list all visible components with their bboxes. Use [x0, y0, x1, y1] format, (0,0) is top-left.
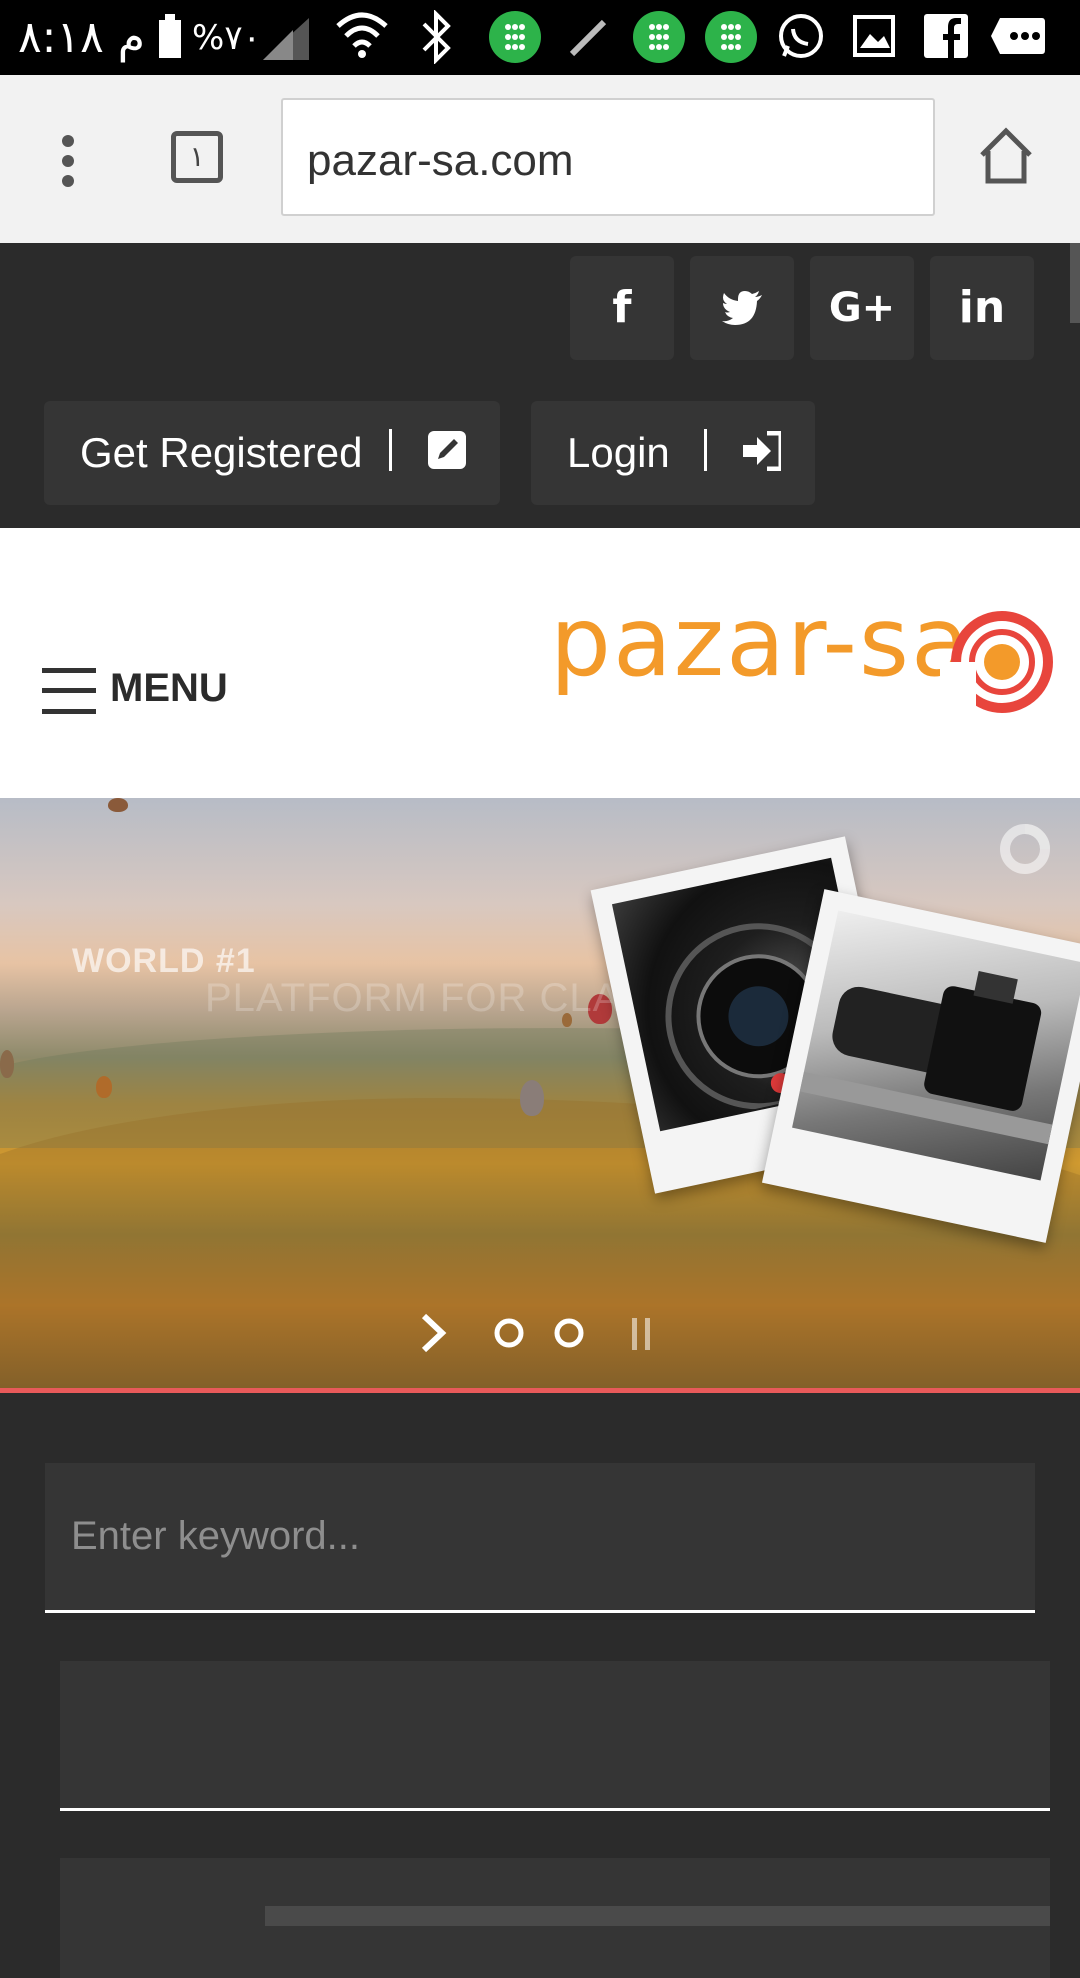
facebook-button[interactable]: f: [570, 256, 674, 360]
keyword-input[interactable]: [45, 1463, 1035, 1610]
google-plus-button[interactable]: G+: [810, 256, 914, 360]
category-select[interactable]: [60, 1661, 1050, 1811]
status-bar: م ٨:١٨ %٧٠: [0, 0, 1080, 75]
wifi-icon: [336, 12, 388, 58]
slider-controls: [0, 1310, 1080, 1360]
next-slide-icon[interactable]: [418, 1312, 448, 1354]
login-label: Login: [567, 429, 670, 476]
separator: [704, 429, 707, 471]
page-scrollbar[interactable]: [1070, 243, 1080, 323]
signal-icon: [263, 18, 309, 60]
register-label: Get Registered: [80, 429, 363, 476]
url-text: pazar-sa.com: [307, 136, 574, 185]
hamburger-menu-icon[interactable]: [42, 668, 96, 714]
login-button[interactable]: Login: [531, 401, 815, 505]
linkedin-button[interactable]: in: [930, 256, 1034, 360]
hero-slider[interactable]: WORLD #1 PLATFORM FOR CLASSIFIED: [0, 798, 1080, 1388]
balloon: [108, 798, 128, 812]
menu-label[interactable]: MENU: [110, 666, 228, 711]
overflow-menu-icon[interactable]: [58, 133, 78, 189]
facebook-icon: f: [612, 282, 632, 333]
site-logo[interactable]: pazar-sa: [550, 586, 972, 698]
pin-icon: [569, 19, 607, 57]
more-icon: [991, 18, 1045, 54]
slide-dot-1[interactable]: [492, 1316, 526, 1350]
battery-percent: %٧٠: [192, 18, 261, 58]
linkedin-icon: in: [958, 282, 1006, 333]
tab-count: ١: [189, 140, 205, 173]
slider-timer-icon: [1000, 824, 1050, 874]
status-time: م ٨:١٨: [18, 12, 145, 63]
edit-icon: [428, 431, 466, 469]
app-notification-icon: [633, 11, 685, 63]
get-registered-button[interactable]: Get Registered: [44, 401, 500, 505]
balloon: [520, 1080, 544, 1116]
app-notification-icon: [705, 11, 757, 63]
whatsapp-icon: [779, 14, 823, 58]
search-section: [0, 1393, 1080, 1978]
google-plus-icon: G+: [828, 285, 896, 331]
browser-toolbar: ١ pazar-sa.com: [0, 75, 1080, 244]
facebook-icon: [924, 14, 968, 58]
balloon: [96, 1076, 112, 1098]
slide-dot-2[interactable]: [552, 1316, 586, 1350]
twitter-icon: [722, 291, 762, 325]
top-bar: f G+ in Get Registered Login: [0, 243, 1080, 528]
balloon: [0, 1050, 14, 1078]
address-bar[interactable]: pazar-sa.com: [281, 98, 935, 216]
select-inner: [265, 1906, 1050, 1926]
battery-icon: [159, 14, 181, 58]
pause-slider-icon[interactable]: [628, 1314, 658, 1354]
gallery-icon: [853, 15, 895, 57]
logo-mark-icon: [940, 611, 1053, 718]
bluetooth-icon: [422, 10, 451, 64]
home-icon[interactable]: [978, 127, 1034, 185]
location-select[interactable]: [60, 1858, 1050, 1978]
site-header: MENU pazar-sa: [0, 528, 1080, 798]
sign-in-icon: [743, 431, 781, 471]
twitter-button[interactable]: [690, 256, 794, 360]
tab-switcher-button[interactable]: ١: [171, 131, 223, 183]
app-notification-icon: [489, 11, 541, 63]
camera-icon: [799, 971, 1053, 1145]
camera-photo: [792, 910, 1080, 1181]
separator: [389, 429, 392, 471]
keyword-field[interactable]: [45, 1463, 1035, 1613]
